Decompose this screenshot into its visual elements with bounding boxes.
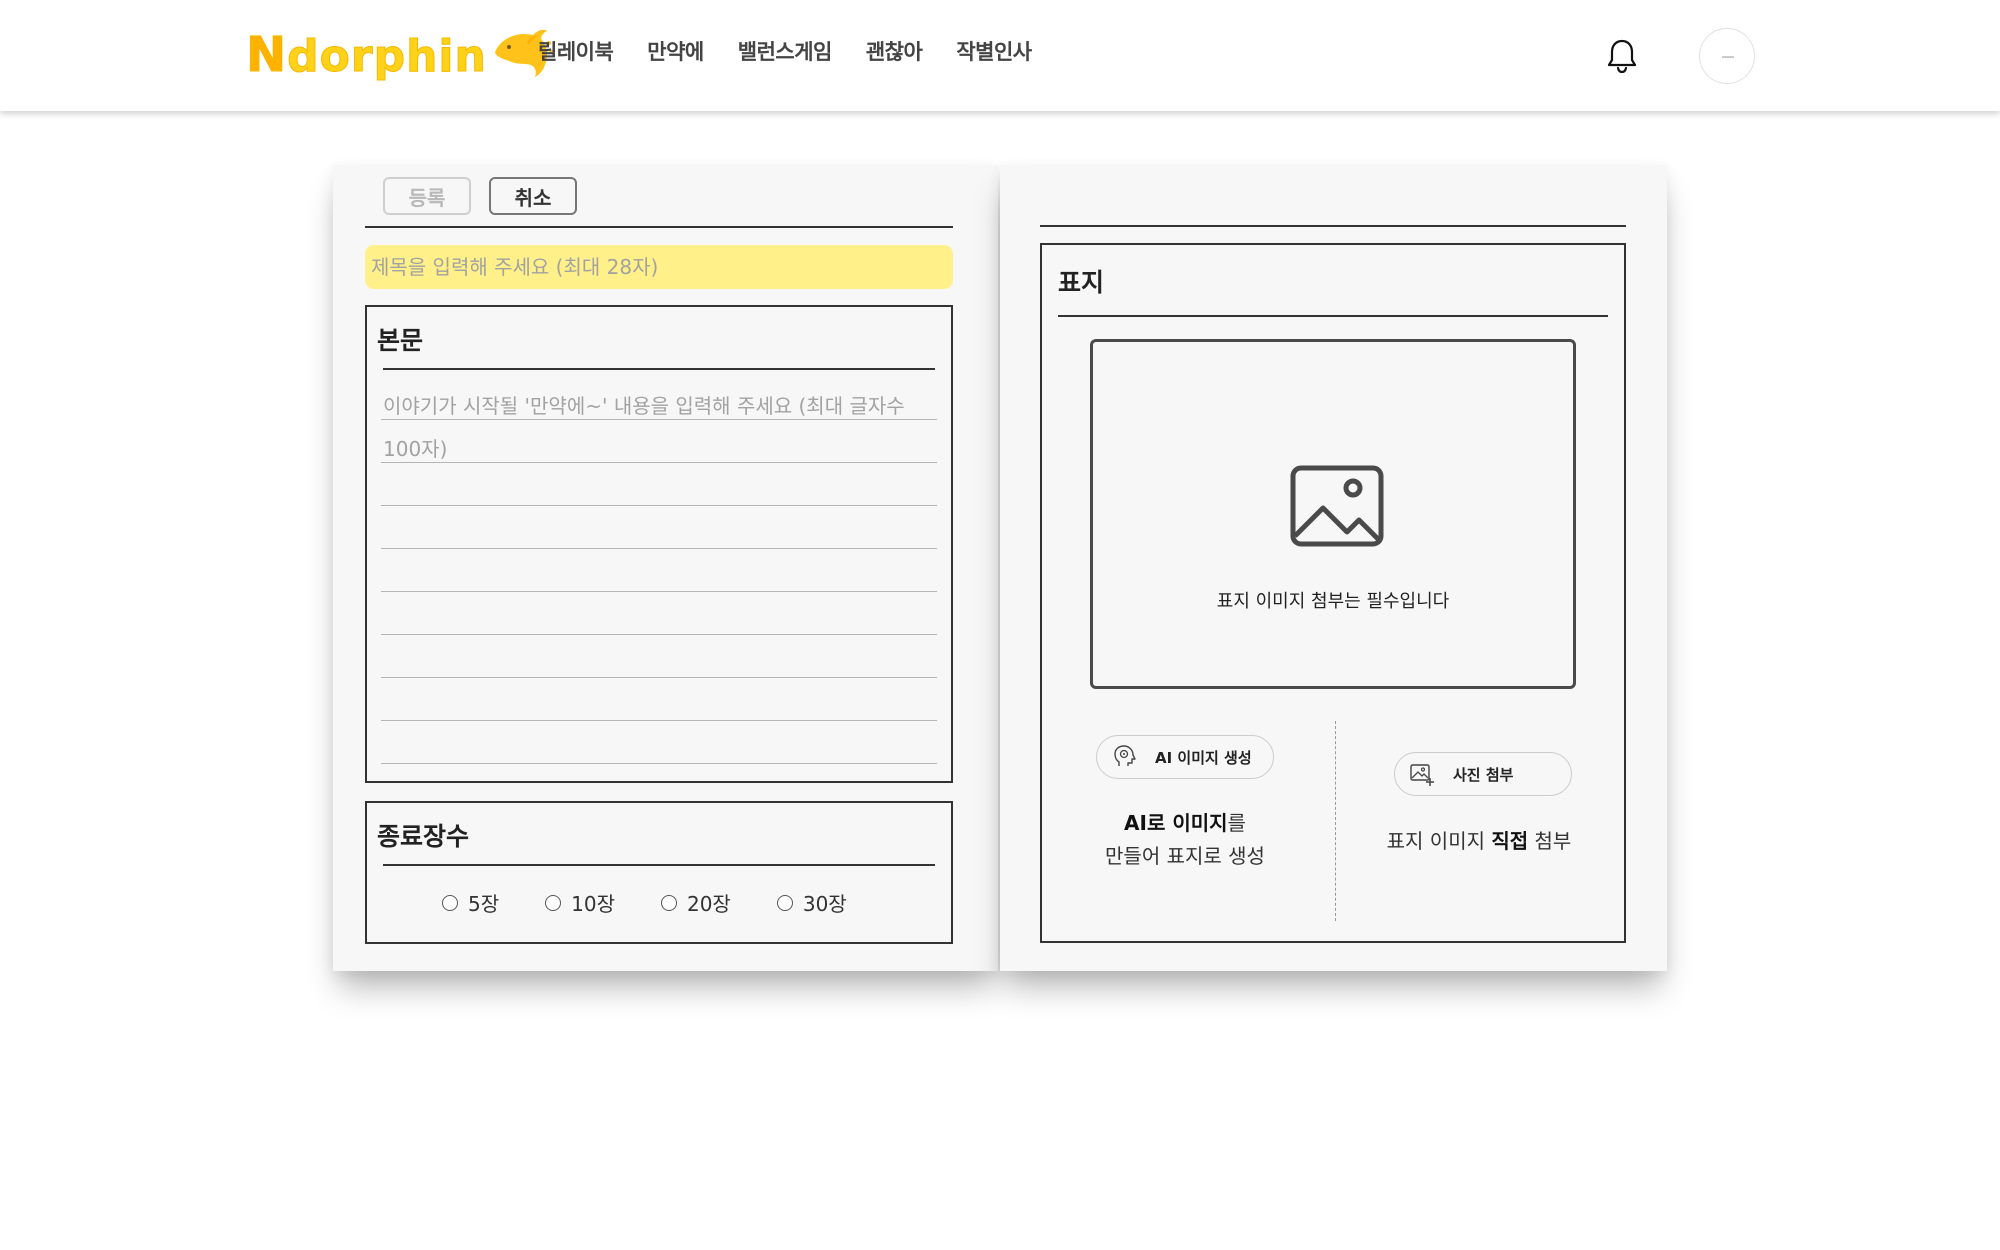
- nav-farewell[interactable]: 작별인사: [956, 36, 1032, 66]
- logo-text: Ndorphin: [245, 27, 487, 84]
- radio-circle[interactable]: [545, 894, 562, 911]
- main-nav: 릴레이북 만약에 밸런스게임 괜찮아 작별인사: [538, 36, 1032, 66]
- ai-image-description: AI로 이미지를 만들어 표지로 생성: [1062, 807, 1308, 873]
- ai-image-button-label: AI 이미지 생성: [1155, 748, 1252, 767]
- top-divider: [1040, 225, 1626, 227]
- radio-20-pages[interactable]: 20장: [660, 888, 731, 917]
- body-textarea[interactable]: 이야기가 시작될 '만약에~' 내용을 입력해 주세요 (최대 글자수 100자…: [383, 385, 931, 471]
- ai-head-icon: [1114, 745, 1136, 766]
- top-divider: [365, 226, 953, 228]
- photo-upload-button[interactable]: 사진 첨부: [1394, 752, 1572, 796]
- radio-10-pages[interactable]: 10장: [545, 888, 615, 917]
- nav-balance-game[interactable]: 밸런스게임: [738, 36, 833, 66]
- body-title: 본문: [377, 326, 424, 355]
- radio-circle[interactable]: [442, 894, 458, 911]
- radio-30-pages[interactable]: 30장: [776, 888, 847, 917]
- ai-desc-rest: 를: [1227, 811, 1246, 835]
- bell-icon[interactable]: [1606, 38, 1638, 74]
- end-pages-title: 종료장수: [377, 822, 470, 851]
- options-divider: [1335, 721, 1336, 921]
- submit-button[interactable]: 등록: [383, 177, 471, 215]
- left-page: 등록 취소 본문 이야기가 시작될 '만약에~' 내용을 입력해 주세요 (최대…: [333, 165, 998, 971]
- image-icon: [1290, 465, 1384, 547]
- nav-what-if[interactable]: 만약에: [647, 36, 704, 66]
- ai-desc-bold: AI로 이미지: [1124, 811, 1228, 835]
- photo-upload-description: 표지 이미지 직접 첨부: [1356, 825, 1602, 858]
- end-pages-rule: [383, 864, 935, 866]
- ndorphin-logo[interactable]: Ndorphin: [245, 22, 553, 88]
- top-header: Ndorphin 릴레이북 만약에 밸런스게임 괜찮아 작별인사: [0, 0, 2000, 111]
- upload-desc-pre: 표지 이미지: [1386, 829, 1492, 853]
- cover-image-dropzone[interactable]: 표지 이미지 첨부는 필수입니다: [1090, 339, 1576, 689]
- body-section: 본문 이야기가 시작될 '만약에~' 내용을 입력해 주세요 (최대 글자수 1…: [365, 305, 953, 783]
- radio-5-pages[interactable]: 5장: [442, 888, 499, 917]
- end-pages-section: 종료장수 5장 10장 20장 30장: [365, 801, 953, 944]
- radio-circle[interactable]: [776, 894, 793, 911]
- end-pages-options: 5장 10장 20장 30장: [442, 888, 847, 917]
- cover-title: 표지: [1058, 268, 1105, 297]
- cancel-button[interactable]: 취소: [489, 177, 577, 215]
- action-buttons: 등록 취소: [383, 177, 577, 215]
- photo-upload-button-label: 사진 첨부: [1453, 765, 1514, 784]
- cover-section: 표지 표지 이미지 첨부는 필수입니다 AI 이미지 생성 AI로 이미지를 만…: [1040, 243, 1626, 943]
- nav-relay-book[interactable]: 릴레이북: [538, 36, 614, 66]
- title-input[interactable]: [365, 245, 953, 289]
- add-photo-icon: [1410, 764, 1434, 786]
- cover-title-rule: [1058, 315, 1608, 317]
- avatar[interactable]: [1699, 28, 1755, 84]
- cover-required-note: 표지 이미지 첨부는 필수입니다: [1216, 591, 1450, 612]
- body-title-rule: [383, 368, 935, 370]
- upload-desc-post: 첨부: [1528, 829, 1572, 853]
- nav-its-okay[interactable]: 괜찮아: [866, 36, 923, 66]
- upload-desc-bold: 직접: [1491, 829, 1529, 853]
- ai-image-button[interactable]: AI 이미지 생성: [1096, 735, 1274, 779]
- ai-desc-line2: 만들어 표지로 생성: [1105, 844, 1265, 868]
- right-page: 표지 표지 이미지 첨부는 필수입니다 AI 이미지 생성 AI로 이미지를 만…: [1000, 165, 1667, 971]
- radio-circle[interactable]: [660, 894, 677, 911]
